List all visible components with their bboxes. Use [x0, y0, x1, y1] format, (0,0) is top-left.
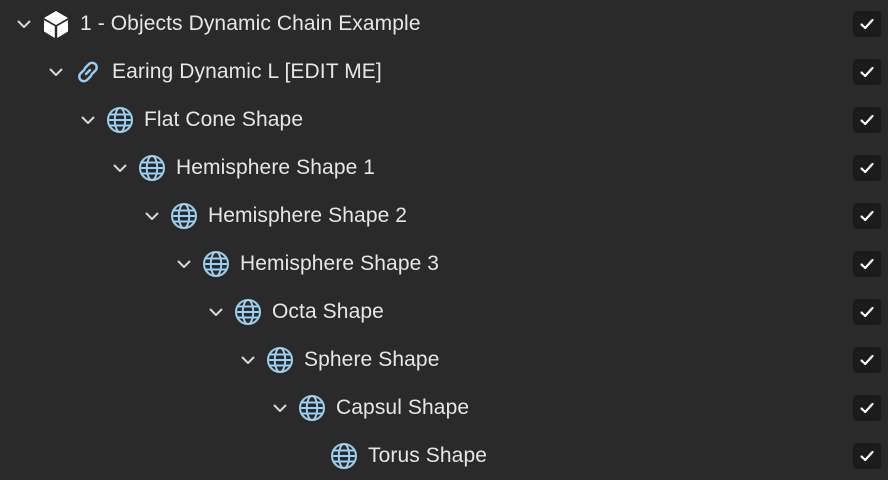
tree-row[interactable]: Octa Shape [0, 288, 888, 336]
object-cube-icon [41, 9, 71, 39]
globe-shape-icon [233, 297, 263, 327]
tree-item-label: Capsul Shape [336, 396, 470, 419]
visibility-checkbox[interactable] [853, 251, 881, 277]
visibility-checkbox[interactable] [853, 155, 881, 181]
chevron-down-icon[interactable] [143, 207, 161, 225]
visibility-checkbox[interactable] [853, 395, 881, 421]
tree-row[interactable]: Flat Cone Shape [0, 96, 888, 144]
checkmark-icon [860, 354, 874, 366]
tree-item-label: Hemisphere Shape 3 [240, 252, 440, 275]
globe-shape-icon [137, 153, 167, 183]
tree-row[interactable]: Sphere Shape [0, 336, 888, 384]
tree-row[interactable]: Torus Shape [0, 432, 888, 480]
tree-row[interactable]: Hemisphere Shape 1 [0, 144, 888, 192]
chevron-down-icon[interactable] [207, 303, 225, 321]
visibility-checkbox[interactable] [853, 299, 881, 325]
tree-item-label: Octa Shape [272, 300, 384, 323]
checkmark-icon [860, 450, 874, 462]
tree-item-label: 1 - Objects Dynamic Chain Example [80, 12, 421, 35]
chevron-down-icon[interactable] [15, 15, 33, 33]
visibility-checkbox[interactable] [853, 107, 881, 133]
visibility-checkbox[interactable] [853, 347, 881, 373]
chevron-down-icon[interactable] [239, 351, 257, 369]
globe-shape-icon [169, 201, 199, 231]
checkmark-icon [860, 66, 874, 78]
globe-shape-icon [105, 105, 135, 135]
chevron-down-icon[interactable] [271, 399, 289, 417]
chevron-down-icon[interactable] [47, 63, 65, 81]
tree-row[interactable]: Capsul Shape [0, 384, 888, 432]
checkmark-icon [860, 402, 874, 414]
globe-shape-icon [201, 249, 231, 279]
checkmark-icon [860, 210, 874, 222]
checkmark-icon [860, 18, 874, 30]
visibility-checkbox[interactable] [853, 443, 881, 469]
checkmark-icon [860, 162, 874, 174]
tree-row[interactable]: Hemisphere Shape 2 [0, 192, 888, 240]
checkmark-icon [860, 306, 874, 318]
checkmark-icon [860, 114, 874, 126]
tree-row[interactable]: Earing Dynamic L [EDIT ME] [0, 48, 888, 96]
tree-item-label: Flat Cone Shape [144, 108, 304, 131]
visibility-checkbox[interactable] [853, 11, 881, 37]
globe-shape-icon [265, 345, 295, 375]
checkmark-icon [860, 258, 874, 270]
tree-row[interactable]: 1 - Objects Dynamic Chain Example [0, 0, 888, 48]
tree-item-label: Earing Dynamic L [EDIT ME] [112, 60, 382, 83]
hierarchy-tree: 1 - Objects Dynamic Chain Example Earing… [0, 0, 888, 480]
chevron-down-icon[interactable] [111, 159, 129, 177]
globe-shape-icon [329, 441, 359, 471]
tree-item-label: Torus Shape [368, 444, 488, 467]
tree-item-label: Hemisphere Shape 2 [208, 204, 408, 227]
visibility-checkbox[interactable] [853, 59, 881, 85]
tree-item-label: Hemisphere Shape 1 [176, 156, 376, 179]
tree-row[interactable]: Hemisphere Shape 3 [0, 240, 888, 288]
globe-shape-icon [297, 393, 327, 423]
tree-item-label: Sphere Shape [304, 348, 440, 371]
chevron-down-icon[interactable] [175, 255, 193, 273]
chevron-down-icon[interactable] [79, 111, 97, 129]
visibility-checkbox[interactable] [853, 203, 881, 229]
link-chain-icon [73, 57, 103, 87]
